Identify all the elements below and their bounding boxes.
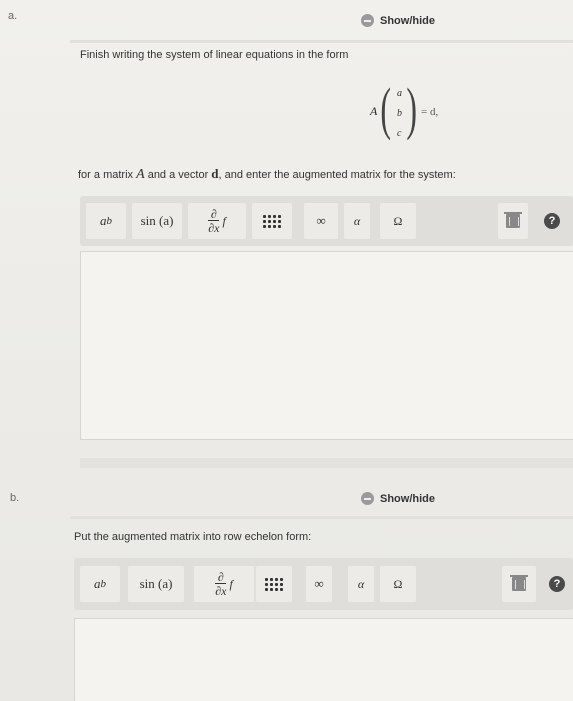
deriv-denominator: ∂x — [208, 220, 220, 235]
part-a-instruction: Finish writing the system of linear equa… — [80, 49, 349, 61]
description-vector-symbol: d — [211, 166, 219, 181]
left-paren: ( — [380, 76, 391, 141]
partial-derivative-button[interactable]: ∂ ∂x f — [188, 203, 246, 239]
section-divider — [80, 458, 573, 468]
omega-button[interactable]: Ω — [380, 566, 416, 602]
help-icon: ? — [544, 213, 560, 229]
alpha-button[interactable]: α — [344, 203, 370, 239]
help-button[interactable]: ? — [544, 566, 570, 602]
collapse-icon — [361, 14, 374, 27]
power-button[interactable]: ab — [86, 203, 126, 239]
part-b-answer-editor[interactable] — [74, 618, 573, 701]
sin-button[interactable]: sin (a) — [128, 566, 184, 602]
collapse-icon — [361, 492, 374, 505]
show-hide-label: Show/hide — [380, 492, 435, 505]
omega-button[interactable]: Ω — [380, 203, 416, 239]
matrix-button[interactable] — [256, 566, 292, 602]
infinity-button[interactable]: ∞ — [304, 203, 338, 239]
deriv-numerator: ∂ — [210, 207, 217, 221]
part-b-label: b. — [10, 492, 20, 504]
part-b-instruction: Put the augmented matrix into row echelo… — [74, 531, 312, 543]
part-a-label: a. — [8, 10, 18, 22]
help-button[interactable]: ? — [536, 203, 568, 239]
help-icon: ? — [549, 576, 565, 592]
right-paren: ) — [406, 76, 417, 141]
divider — [70, 516, 573, 519]
power-exponent: b — [100, 578, 107, 590]
part-a-description: for a matrix A and a vector d, and enter… — [78, 166, 456, 183]
matrix-grid-icon — [263, 214, 281, 228]
vector-entry-c: c — [397, 128, 402, 139]
vector-entry-a: a — [397, 88, 402, 99]
infinity-button[interactable]: ∞ — [306, 566, 332, 602]
trash-icon — [510, 575, 528, 591]
matrix-equation: A ( a b c ) = d, — [370, 76, 470, 146]
description-text: , and enter the augmented matrix for the… — [218, 169, 456, 181]
vector-entry-b: b — [397, 108, 402, 119]
partial-derivative-button[interactable]: ∂ ∂x f — [194, 566, 254, 602]
description-text: and a vector — [144, 169, 212, 181]
equals-d: = d, — [421, 106, 439, 118]
deriv-function: f — [229, 576, 233, 591]
power-exponent: b — [106, 215, 113, 227]
sin-button[interactable]: sin (a) — [132, 203, 182, 239]
deriv-function: f — [222, 213, 226, 228]
trash-icon — [504, 212, 522, 228]
part-b-show-hide-toggle[interactable]: Show/hide — [361, 492, 435, 505]
divider — [70, 40, 573, 43]
delete-button[interactable] — [502, 566, 536, 602]
part-a-show-hide-toggle[interactable]: Show/hide — [361, 14, 435, 27]
part-a-math-toolbar: ab sin (a) ∂ ∂x f ∞ α Ω ? — [80, 196, 573, 246]
power-button[interactable]: ab — [80, 566, 120, 602]
alpha-button[interactable]: α — [348, 566, 374, 602]
description-matrix-symbol: A — [136, 167, 145, 182]
matrix-button[interactable] — [252, 203, 292, 239]
deriv-numerator: ∂ — [217, 570, 224, 584]
matrix-grid-icon — [265, 577, 283, 591]
part-a-answer-editor[interactable] — [80, 251, 573, 440]
description-text: for a matrix — [78, 169, 137, 181]
deriv-denominator: ∂x — [215, 583, 227, 598]
show-hide-label: Show/hide — [380, 14, 435, 27]
delete-button[interactable] — [498, 203, 528, 239]
matrix-a-symbol: A — [370, 104, 378, 118]
part-b-math-toolbar: ab sin (a) ∂ ∂x f ∞ α Ω ? — [74, 558, 573, 610]
